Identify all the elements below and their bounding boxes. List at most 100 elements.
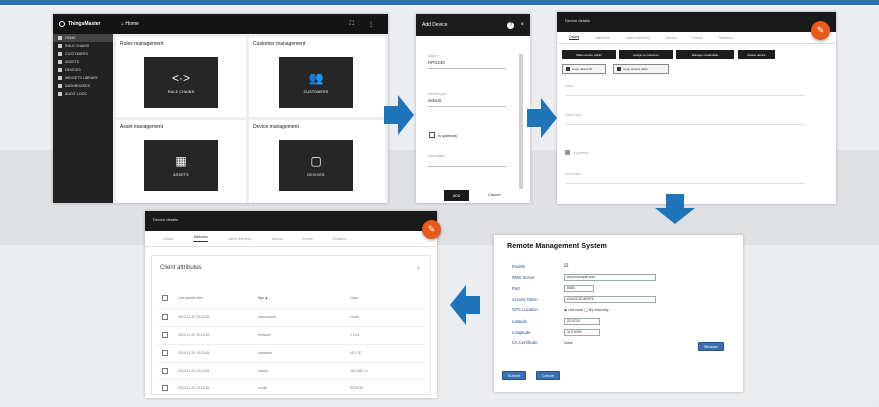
app-header: ThingsMaster ⌂ Home ⛶ ⋮ [53, 14, 388, 34]
page-title: Remote Management System [507, 241, 607, 250]
port-input[interactable]: 8883 [564, 285, 594, 292]
tab-relations[interactable]: Relations [333, 237, 347, 241]
description-field[interactable]: Description [428, 154, 506, 167]
arrow-right-icon [527, 98, 557, 138]
devices-card: Device management ▢ DEVICES [249, 120, 385, 203]
gateway-checkbox[interactable]: Is gateway [565, 150, 805, 155]
sidebar-item-assets[interactable]: Assets [53, 58, 113, 66]
edit-fab-icon[interactable]: ✎ [811, 21, 830, 40]
tab-attributes[interactable]: Attributes [193, 235, 208, 242]
checkbox-icon[interactable] [162, 295, 168, 301]
enable-row: Enable ☑ [512, 263, 569, 269]
logo-icon [59, 21, 65, 27]
devices-icon [58, 68, 62, 72]
sidebar-item-dashboards[interactable]: Dashboards [53, 82, 113, 90]
thingsmaster-home-screenshot: ThingsMaster ⌂ Home ⛶ ⋮ Home Rule chains … [53, 14, 388, 203]
assign-customer-button[interactable]: Assign to customer [619, 50, 673, 59]
tab-latest-telemetry[interactable]: Latest telemetry [228, 237, 252, 241]
checkbox-icon [162, 349, 168, 356]
fullscreen-icon[interactable]: ⛶ [350, 21, 354, 28]
manage-credentials-button[interactable]: Manage credentials [676, 50, 734, 59]
is-gateway-checkbox[interactable]: Is gateway [429, 132, 457, 138]
section-title: Client attributes [160, 265, 202, 271]
edit-fab-icon[interactable]: ✎ [422, 220, 441, 239]
type-field[interactable]: Device type [565, 113, 805, 125]
device-name-field[interactable]: Name * RPG230 [428, 54, 506, 69]
assets-icon [58, 60, 62, 64]
device-type-field[interactable]: Device type * default [428, 92, 506, 107]
app-logo: ThingsMaster [53, 21, 113, 27]
assets-card: Asset management ▦ ASSETS [116, 120, 246, 203]
home-icon [58, 36, 62, 40]
name-field[interactable]: Name [565, 84, 805, 96]
checkbox-icon [429, 132, 435, 138]
tab-relations[interactable]: Relations [719, 36, 733, 40]
top-accent-bar [0, 0, 879, 5]
customers-tile[interactable]: 👥 CUSTOMERS [279, 57, 353, 108]
tab-latest-telemetry[interactable]: Latest telemetry [626, 36, 650, 40]
tab-events[interactable]: Events [692, 36, 702, 40]
cancel-button[interactable]: Cancel [536, 371, 560, 380]
table-row[interactable]: 2019-11-20 10:23:45 hardware 4G LTE [158, 344, 424, 360]
sidebar-item-home[interactable]: Home [53, 34, 113, 42]
checkbox-icon [162, 367, 168, 374]
checkbox-icon [162, 384, 168, 391]
people-icon: 👥 [308, 70, 324, 85]
device-icon: ▢ [310, 153, 322, 168]
add-button[interactable]: ADD [444, 190, 469, 201]
more-icon[interactable]: ⋮ [368, 21, 374, 28]
browse-button[interactable]: Browse [698, 342, 724, 351]
copy-icon [617, 67, 621, 71]
latitude-input[interactable]: 22.5735 [564, 318, 600, 325]
sidebar-item-devices[interactable]: Devices [53, 66, 113, 74]
gps-radio-group[interactable]: ◉ Use local ◯ By manually [564, 308, 609, 312]
server-row: RMS Server rms.example.com [512, 274, 656, 281]
description-field[interactable]: Description [565, 172, 805, 184]
delete-device-button[interactable]: Delete device [738, 50, 775, 59]
assets-tile[interactable]: ▦ ASSETS [144, 140, 218, 191]
cancel-button[interactable]: Cancel [488, 192, 500, 197]
copy-id-button[interactable]: Copy device ID [562, 64, 606, 74]
copy-token-button[interactable]: Copy access token [613, 64, 669, 74]
sidebar-item-customers[interactable]: Customers [53, 50, 113, 58]
close-icon[interactable]: × [520, 22, 524, 28]
tab-alarms[interactable]: Alarms [272, 237, 283, 241]
tab-details[interactable]: Details [163, 237, 173, 241]
scrollbar[interactable] [519, 54, 523, 189]
make-public-button[interactable]: Make device public [562, 50, 616, 59]
sidebar-item-widgets[interactable]: Widgets library [53, 74, 113, 82]
latitude-row: Latitude 22.5735 [512, 318, 600, 325]
breadcrumb: ⌂ Home [121, 21, 139, 27]
sidebar-item-audit-logs[interactable]: Audit logs [53, 90, 113, 98]
checkbox-icon [162, 331, 168, 338]
table-row[interactable]: 2019-11-20 10:23:45 firmware 1.0.15 [158, 326, 424, 342]
help-icon[interactable]: ? [507, 21, 515, 29]
sidebar-item-rule-chains[interactable]: Rule chains [53, 42, 113, 50]
submit-button[interactable]: Submit [502, 371, 526, 380]
tab-events[interactable]: Events [302, 237, 312, 241]
dialog-header: Add Device ? × [416, 14, 530, 36]
rule-chains-tile[interactable]: <·> RULE CHAINS [144, 57, 218, 108]
table-row[interactable]: 2019-11-20 10:23:45 model RPG230 [158, 379, 424, 395]
checkbox-icon [565, 150, 570, 155]
tab-attributes[interactable]: Attributes [595, 36, 609, 40]
server-input[interactable]: rms.example.com [564, 274, 656, 281]
token-input[interactable]: A1B2C3D4E5F6 [564, 296, 656, 303]
checkbox-icon [162, 313, 168, 320]
add-device-dialog: Add Device ? × Name * RPG230 Device type … [416, 14, 530, 203]
tab-details[interactable]: Details [569, 35, 580, 40]
client-attributes-screenshot: Device details Details Attributes Latest… [145, 211, 437, 398]
longitude-input[interactable]: 113.9282 [564, 329, 600, 336]
sidebar: Home Rule chains Customers Assets Device… [53, 34, 113, 203]
port-row: Port 8883 [512, 285, 594, 292]
table-header: Last update time Key ▲ Value [158, 290, 424, 306]
devices-tile[interactable]: ▢ DEVICES [279, 140, 353, 191]
enable-checkbox[interactable]: ☑ [564, 263, 568, 269]
building-icon: ▦ [175, 153, 187, 168]
table-row[interactable]: 2019-11-20 10:23:45 devicename router [158, 308, 424, 324]
tab-alarms[interactable]: Alarms [666, 36, 677, 40]
search-icon[interactable]: ⌕ [417, 266, 420, 273]
device-details-screenshot: Device details Details Attributes Latest… [557, 12, 836, 204]
longitude-row: Longitude 113.9282 [512, 329, 600, 336]
table-row[interactable]: 2019-11-20 10:23:45 localip 192.168.1.1 [158, 362, 424, 378]
